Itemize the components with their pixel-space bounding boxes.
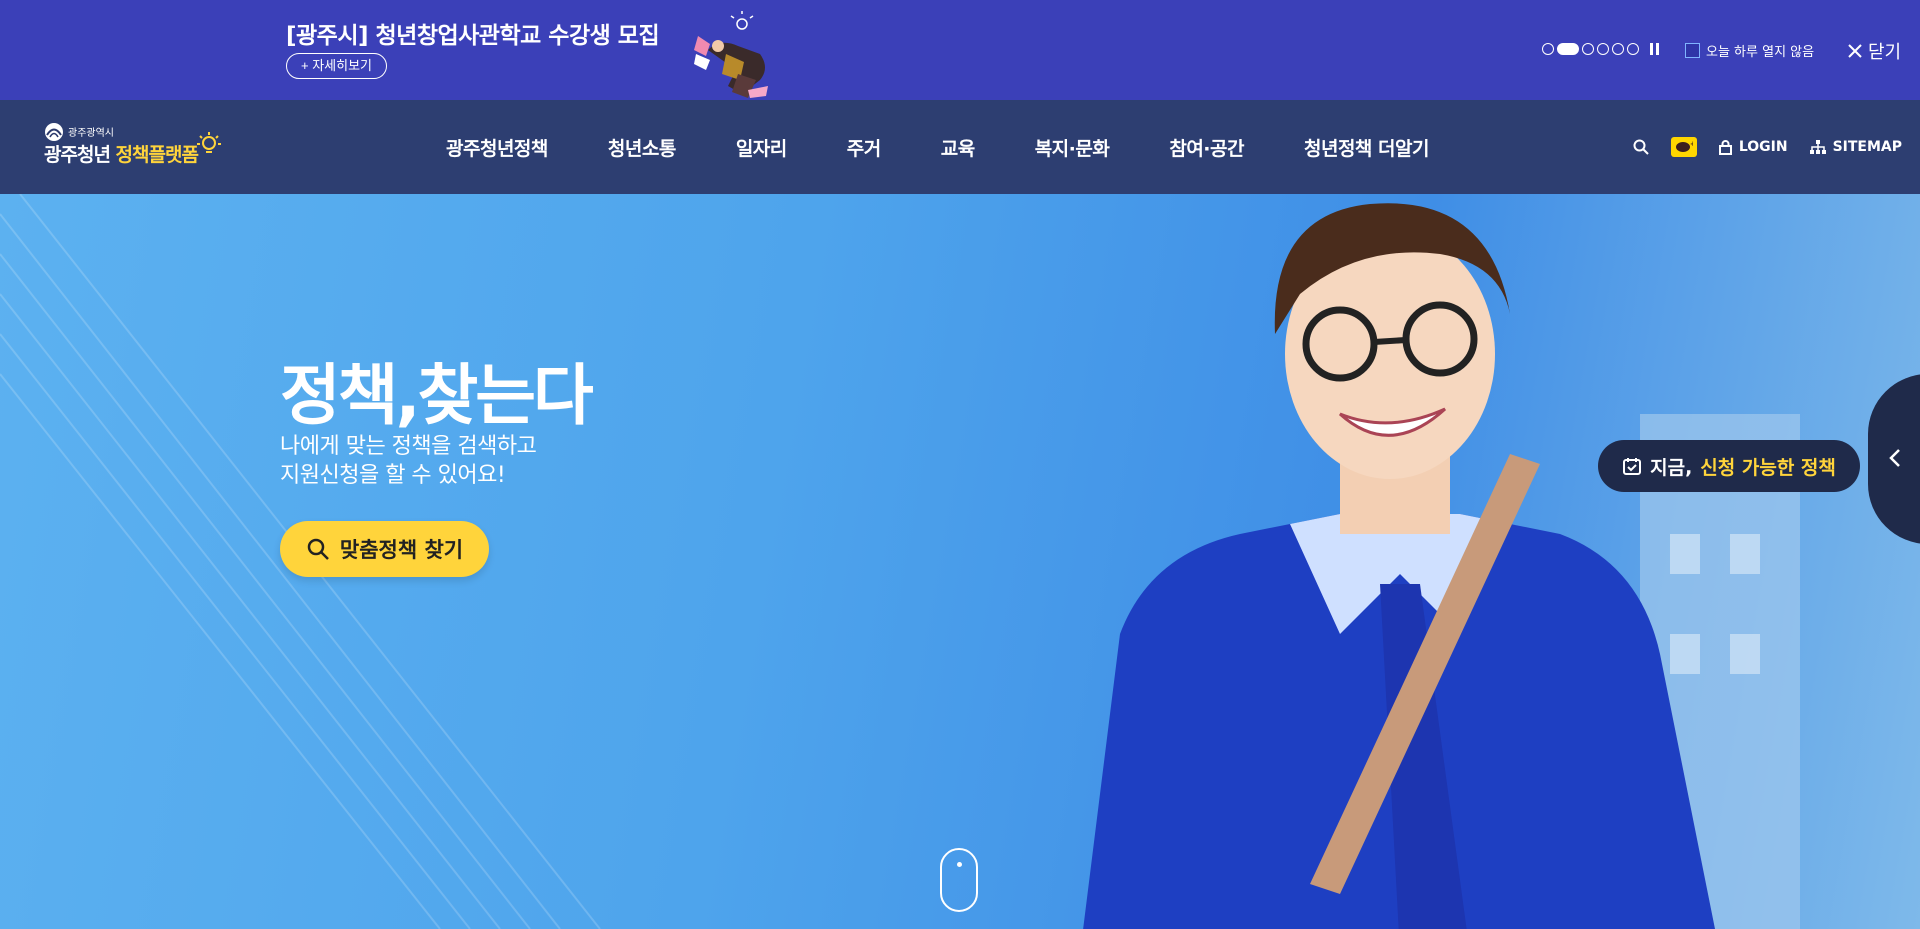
nav-item-housing[interactable]: 주거 [847,134,881,161]
find-policy-label: 맞춤정책 찾기 [339,538,464,562]
slide-dot[interactable] [1542,43,1554,55]
checkbox-box[interactable] [1685,43,1700,58]
close-label: 닫기 [1868,42,1902,63]
nav-item-welfare-culture[interactable]: 복지·문화 [1035,134,1110,161]
main-nav: 광주청년정책 청년소통 일자리 주거 교육 복지·문화 참여·공간 청년정책 더… [446,100,1429,194]
close-icon [1848,44,1862,58]
slide-dot[interactable] [1612,43,1624,55]
chevron-left-icon [1889,449,1900,467]
no-show-today-checkbox[interactable]: 오늘 하루 열지 않음 [1685,41,1814,60]
hero-desc-line-2: 지원신청을 할 수 있어요! [280,463,506,488]
calendar-check-icon [1623,458,1642,475]
logo-small-text: 광주광역시 [68,128,114,139]
login-link[interactable]: LOGIN [1718,139,1788,155]
pause-icon[interactable] [1648,43,1660,55]
svg-text:+: + [1690,141,1693,148]
hero-description: 나에게 맞는 정책을 검색하고 지원신청을 할 수 있어요! [280,432,537,490]
slide-dot[interactable] [1597,43,1609,55]
sitemap-label: SITEMAP [1832,139,1902,155]
search-icon [1633,139,1649,155]
promo-illustration [694,11,768,98]
hero-person-image [1083,203,1800,929]
promo-banner: [광주시] 청년창업사관학교 수강생 모집 + 자세히보기 오늘 하루 열지 않… [0,0,1920,100]
slide-dot-active[interactable] [1557,43,1579,55]
promo-slide-dots [1542,43,1660,55]
available-policies-chip[interactable]: 지금, 신청 가능한 정책 [1598,440,1860,492]
site-header: 광주광역시 광주청년 정책플랫폼 광주청년정책 청년소통 일자리 주거 교육 복… [0,100,1920,194]
chip-highlight: 신청 가능한 정책 [1700,456,1836,479]
sitemap-icon [1809,140,1826,154]
chip-prefix: 지금, [1650,456,1693,479]
find-custom-policy-button[interactable]: 맞춤정책 찾기 [280,521,489,577]
sitemap-link[interactable]: SITEMAP [1809,139,1902,155]
promo-more-button[interactable]: + 자세히보기 [286,53,388,79]
hero-section: 정책,찾는다 나에게 맞는 정책을 검색하고 지원신청을 할 수 있어요! 맞춤… [0,194,1920,929]
kakao-chat-button[interactable]: + [1670,137,1697,157]
nav-item-education[interactable]: 교육 [941,134,975,161]
no-show-today-label: 오늘 하루 열지 않음 [1706,45,1815,60]
nav-item-participation-space[interactable]: 참여·공간 [1169,134,1244,161]
logo-main-text: 광주청년 [44,144,111,166]
lightbulb-icon [197,132,221,153]
slide-dot[interactable] [1627,43,1639,55]
logo-accent-text: 정책플랫폼 [115,144,199,166]
nav-item-youth-communication[interactable]: 청년소통 [608,134,676,161]
search-button[interactable] [1633,139,1649,155]
hero-desc-line-1: 나에게 맞는 정책을 검색하고 [280,434,537,459]
search-icon [307,538,329,560]
site-logo[interactable]: 광주광역시 광주청년 정책플랫폼 [44,122,234,172]
utility-menu: + LOGIN SITEMAP [1633,100,1902,194]
login-label: LOGIN [1738,139,1788,155]
city-emblem-icon [45,123,63,141]
side-panel-toggle[interactable] [1868,374,1920,544]
scroll-down-mouse-icon[interactable] [940,848,978,912]
nav-item-gwangju-youth-policy[interactable]: 광주청년정책 [446,134,548,161]
slide-dot[interactable] [1582,43,1594,55]
nav-item-jobs[interactable]: 일자리 [736,134,787,161]
chat-bubble-icon: + [1675,141,1693,152]
promo-title[interactable]: [광주시] 청년창업사관학교 수강생 모집 [286,16,660,50]
hero-title: 정책,찾는다 [280,357,594,434]
nav-item-more-youth-policy[interactable]: 청년정책 더알기 [1304,134,1429,161]
promo-close-button[interactable]: 닫기 [1848,38,1901,64]
lock-icon [1718,139,1732,155]
logo-text: 광주청년 정책플랫폼 [44,140,199,167]
